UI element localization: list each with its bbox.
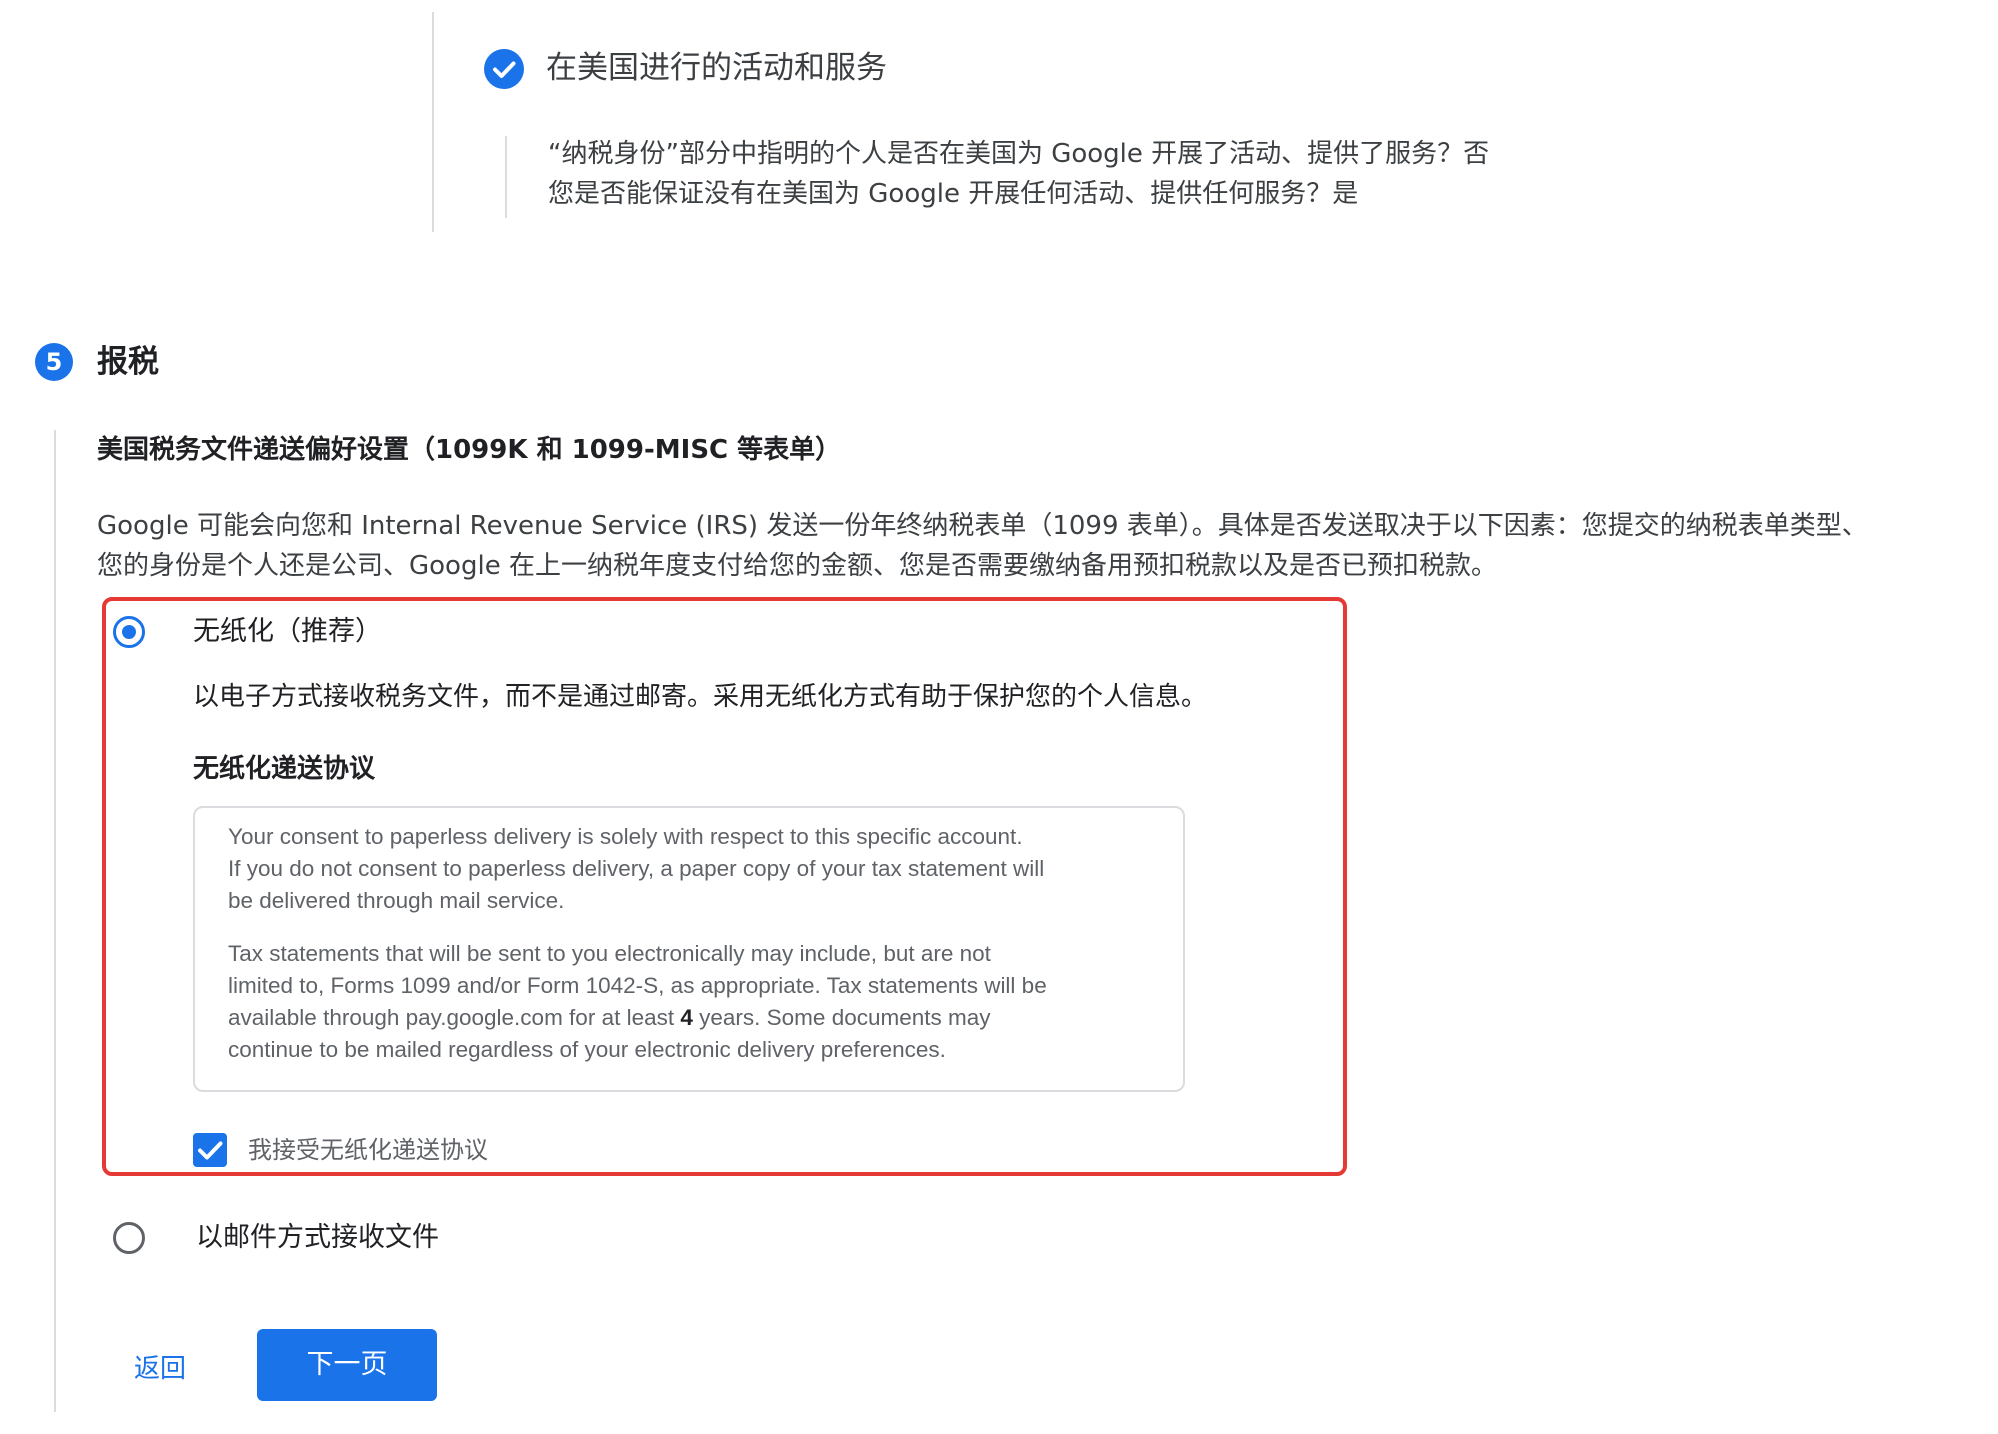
- checkmark-icon: [198, 1141, 223, 1160]
- agreement-text-box: Your consent to paperless delivery is so…: [193, 806, 1185, 1092]
- section-description-line: 您的身份是个人还是公司、Google 在上一纳税年度支付给您的金额、您是否需要缴…: [97, 551, 1497, 581]
- paperless-radio-label[interactable]: 无纸化（推荐）: [193, 613, 382, 651]
- completed-step-title[interactable]: 在美国进行的活动和服务: [546, 46, 887, 90]
- step-complete-check-icon: [484, 49, 524, 89]
- paperless-radio[interactable]: [113, 616, 145, 648]
- agreement-text-line: Your consent to paperless delivery is so…: [228, 824, 1023, 849]
- stepper-connector-line: [54, 430, 56, 1412]
- back-button[interactable]: 返回: [124, 1348, 196, 1390]
- next-button[interactable]: 下一页: [257, 1329, 437, 1401]
- section-description-line: Google 可能会向您和 Internal Revenue Service (…: [97, 511, 1868, 541]
- retention-years-value: 4: [680, 1005, 693, 1030]
- mail-radio-label[interactable]: 以邮件方式接收文件: [196, 1219, 439, 1257]
- agreement-text-line: If you do not consent to paperless deliv…: [228, 856, 1045, 881]
- paperless-description: 以电子方式接收税务文件，而不是通过邮寄。采用无纸化方式有助于保护您的个人信息。: [193, 682, 1208, 712]
- mail-radio[interactable]: [113, 1222, 145, 1254]
- accept-agreement-label[interactable]: 我接受无纸化递送协议: [248, 1132, 488, 1168]
- agreement-text-line: be delivered through mail service.: [228, 888, 565, 913]
- step-number-badge: 5: [35, 343, 73, 381]
- step-title: 报税: [97, 344, 159, 380]
- agreement-text-line: continue to be mailed regardless of your…: [228, 1037, 946, 1062]
- agreement-text-line: available through pay.google.com for at …: [228, 1002, 991, 1034]
- completed-step-summary-line: 您是否能保证没有在美国为 Google 开展任何活动、提供任何服务？是: [548, 179, 1359, 209]
- agreement-title: 无纸化递送协议: [193, 754, 376, 784]
- agreement-text-line: Tax statements that will be sent to you …: [228, 941, 991, 966]
- summary-divider: [505, 136, 507, 218]
- stepper-connector-line: [432, 12, 434, 232]
- completed-step-summary-line: “纳税身份”部分中指明的个人是否在美国为 Google 开展了活动、提供了服务？…: [548, 139, 1490, 169]
- agreement-text-line: limited to, Forms 1099 and/or Form 1042-…: [228, 973, 1047, 998]
- accept-agreement-checkbox[interactable]: [193, 1133, 227, 1167]
- agreement-text-segment: available through pay.google.com for at …: [228, 1005, 681, 1030]
- agreement-text-segment: years. Some documents may: [692, 1005, 991, 1030]
- section-heading: 美国税务文件递送偏好设置（1099K 和 1099-MISC 等表单）: [97, 435, 842, 465]
